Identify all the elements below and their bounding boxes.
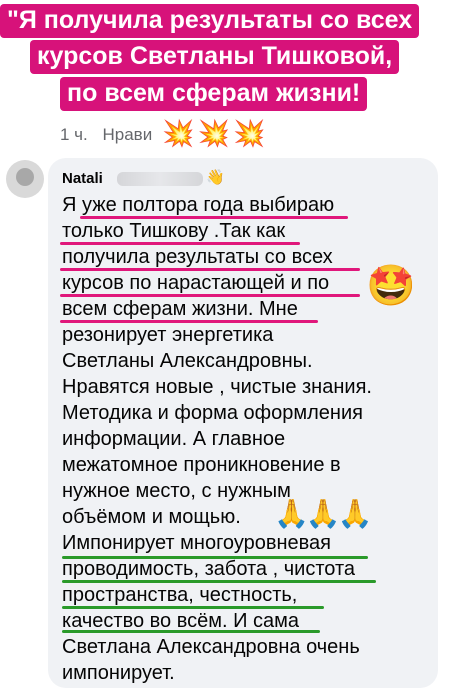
comment-text-line: Я уже полтора года выбираю <box>62 194 335 216</box>
comment-text-line: информации. А главное <box>62 428 286 450</box>
highlight-underline <box>62 556 368 559</box>
comment-text-line: пространства, честность, <box>62 584 298 606</box>
praying-hands-icon: 🙏 <box>305 498 341 529</box>
comment-text-line: всем сферам жизни. Мне <box>62 298 298 320</box>
comment-author[interactable]: Natali <box>62 170 103 187</box>
comment-text-line: только Тишкову .Так как <box>62 220 286 242</box>
timestamp: 1 ч. <box>60 125 88 144</box>
comment-text-line: получила результаты со всех <box>62 246 333 268</box>
comment-text-line: Светлана Александровна очень <box>62 636 360 658</box>
comment-text-line: Светланы Александровны. <box>62 350 313 372</box>
comment-text-line: межатомное проникновение в <box>62 454 341 476</box>
headline-line-3: по всем сферам жизни! <box>60 77 368 111</box>
highlight-underline <box>60 294 360 297</box>
comment-meta: 1 ч. Нрави <box>60 125 162 145</box>
highlight-underline <box>60 242 300 245</box>
comment-text-line: объёмом и мощью. <box>62 506 241 528</box>
comment-text-line: резонирует энергетика <box>62 324 274 346</box>
burst-icon: 💥 <box>233 118 265 148</box>
highlight-underline <box>60 268 360 271</box>
praying-hands-icon: 🙏 <box>337 498 373 529</box>
comment-text-line: импонирует. <box>62 662 175 684</box>
avatar-silhouette <box>16 168 34 186</box>
star-eyes-icon: 🤩 <box>366 264 416 308</box>
comment-text-line: проводимость, забота , чистота <box>62 558 355 580</box>
comment-text-line: Нравятся новые , чистые знания. <box>62 376 372 398</box>
comment-text-line: нужное место, с нужным <box>62 480 291 502</box>
highlight-underline <box>62 630 320 633</box>
burst-icons: 💥 💥 💥 <box>162 118 266 149</box>
praying-hands-icons: 🙏🙏🙏 <box>274 497 373 530</box>
burst-icon: 💥 <box>197 118 230 148</box>
highlight-underline <box>80 216 348 219</box>
comment-text-line: Импонирует многоуровневая <box>62 532 331 554</box>
praying-hands-icon: 🙏 <box>274 498 309 529</box>
comment-text-line: Методика и форма оформления <box>62 402 363 424</box>
highlight-underline <box>62 606 324 609</box>
wave-icon: 👋 <box>206 169 225 186</box>
burst-icon: 💥 <box>162 118 194 148</box>
headline-line-2: курсов Светланы Тишковой, <box>30 40 400 74</box>
like-link[interactable]: Нрави <box>103 125 153 144</box>
headline-line-1: "Я получила результаты со всех <box>0 4 420 38</box>
avatar[interactable] <box>6 160 44 198</box>
comment-text-line: курсов по нарастающей и по <box>62 272 330 294</box>
highlight-underline <box>60 320 318 323</box>
highlight-underline <box>62 580 376 583</box>
author-name-redaction <box>117 172 203 186</box>
